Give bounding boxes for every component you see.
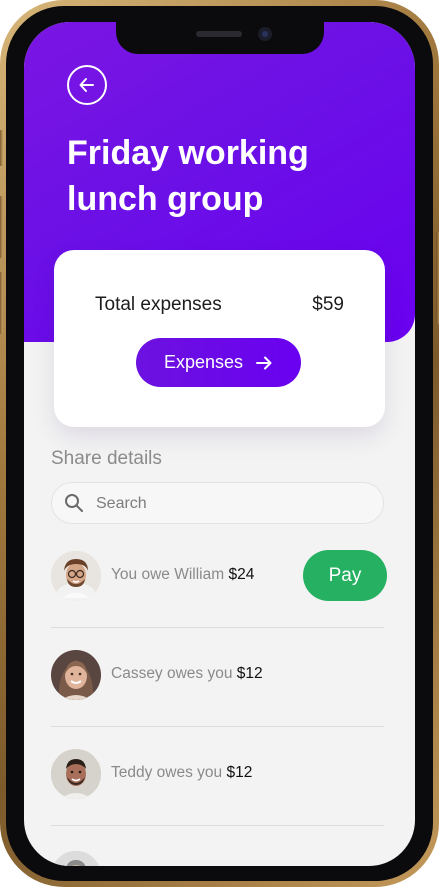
app-screen: Friday working lunch group Total expense… <box>24 22 415 866</box>
share-row-cassey: Cassey owes you $12 <box>51 628 384 727</box>
share-row-william: You owe William $24 Pay <box>51 529 387 628</box>
back-button[interactable] <box>67 65 107 105</box>
total-expenses-label: Total expenses <box>95 294 222 315</box>
share-row-label: Cassey owes you <box>111 665 233 682</box>
phone-side-button <box>0 130 3 166</box>
share-row-amount: $24 <box>228 566 255 583</box>
expense-summary-card: Total expenses $59 Expenses <box>54 250 385 427</box>
avatar-cassey <box>51 650 101 700</box>
search-icon <box>65 494 83 512</box>
notch <box>116 22 324 54</box>
share-row-amount: $12 <box>236 665 263 682</box>
avatar-teddy <box>51 749 101 799</box>
pay-button[interactable]: Pay <box>303 550 387 601</box>
phone-volume-up-button <box>0 196 3 258</box>
avatar-partial <box>51 851 101 866</box>
share-row-label: Teddy owes you <box>111 764 223 781</box>
expenses-button-label: Expenses <box>163 352 244 372</box>
page-title: Friday working lunch group <box>67 134 309 218</box>
search-box[interactable] <box>51 482 384 524</box>
phone-volume-down-button <box>0 272 3 334</box>
share-row-text: You owe William $24 <box>111 566 254 584</box>
share-row-teddy: Teddy owes you $12 <box>51 727 384 826</box>
speaker <box>196 31 242 37</box>
share-row-amount: $12 <box>226 764 253 781</box>
share-row-label: You owe William <box>111 566 225 583</box>
expenses-button[interactable]: Expenses <box>136 338 301 387</box>
camera <box>258 27 272 41</box>
arrow-right-icon <box>256 356 272 369</box>
avatar-william <box>51 551 101 601</box>
total-expenses-value: $59 <box>312 294 344 315</box>
share-row-text: Teddy owes you $12 <box>111 764 252 782</box>
arrow-left-icon <box>79 78 94 92</box>
search-input[interactable] <box>96 493 356 515</box>
share-row-text: Cassey owes you $12 <box>111 665 263 683</box>
phone-frame: Friday working lunch group Total expense… <box>0 0 439 887</box>
share-details-heading: Share details <box>51 448 162 469</box>
